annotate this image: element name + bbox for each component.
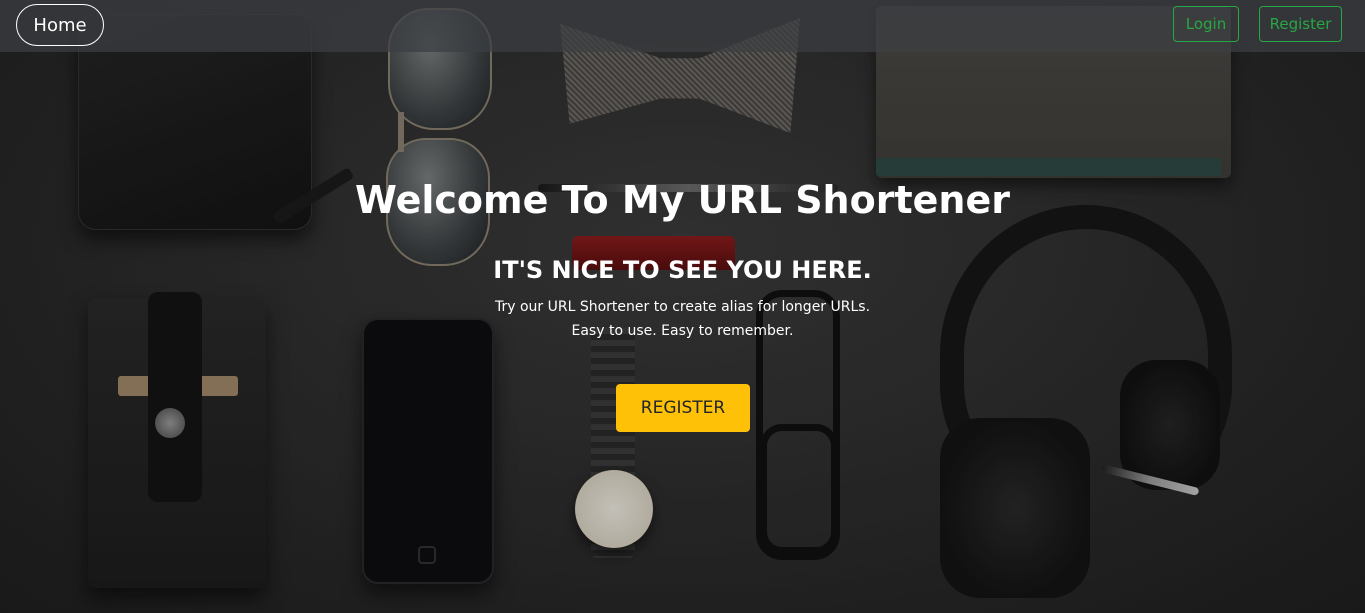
register-nav-button[interactable]: Register: [1259, 6, 1342, 42]
hero-description-line: Try our URL Shortener to create alias fo…: [494, 299, 871, 315]
hero-content: Welcome To My URL Shortener IT'S NICE TO…: [0, 0, 1365, 613]
navbar: Home Login Register: [0, 0, 1365, 52]
home-button[interactable]: Home: [16, 4, 104, 46]
hero-tagline: Easy to use. Easy to remember.: [571, 323, 794, 339]
hero-section: Home Login Register Welcome To My URL Sh…: [0, 0, 1365, 613]
login-button[interactable]: Login: [1173, 6, 1239, 42]
register-cta-button[interactable]: REGISTER: [616, 384, 750, 432]
hero-title: Welcome To My URL Shortener: [355, 178, 1010, 222]
hero-subtitle: IT'S NICE TO SEE YOU HERE.: [493, 256, 872, 284]
